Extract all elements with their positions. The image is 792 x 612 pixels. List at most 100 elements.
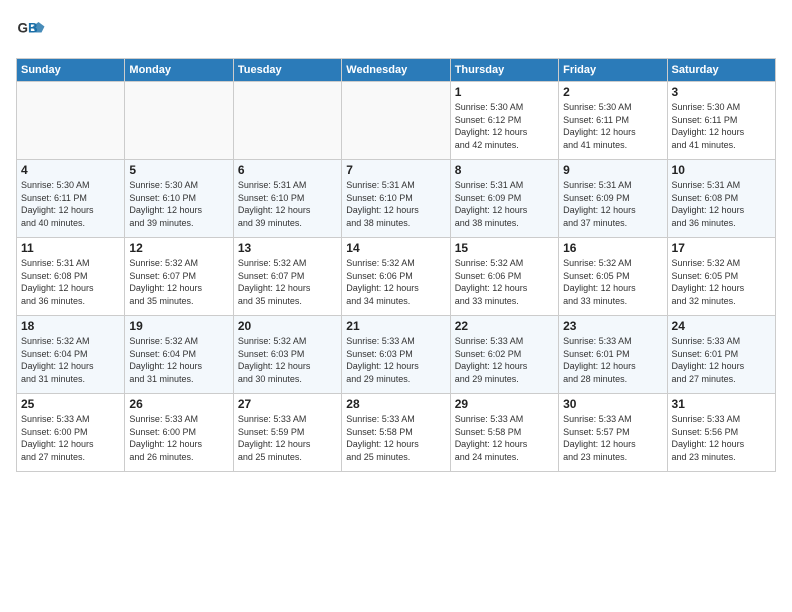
day-number: 29 <box>455 397 554 411</box>
day-number: 24 <box>672 319 771 333</box>
day-cell: 18Sunrise: 5:32 AM Sunset: 6:04 PM Dayli… <box>17 316 125 394</box>
day-info: Sunrise: 5:30 AM Sunset: 6:11 PM Dayligh… <box>21 179 120 229</box>
weekday-header-tuesday: Tuesday <box>233 59 341 82</box>
day-cell: 28 Sunrise: 5:33 AM Sunset: 5:58 PM Dayli… <box>342 394 450 472</box>
day-info: Sunrise: 5:31 AM Sunset: 6:10 PM Dayligh… <box>238 179 337 229</box>
day-cell <box>125 82 233 160</box>
day-number: 30 <box>563 397 662 411</box>
day-info: Sunrise: 5:31 AM Sunset: 6:08 PM Dayligh… <box>672 179 771 229</box>
day-cell: 1Sunrise: 5:30 AM Sunset: 6:12 PM Daylig… <box>450 82 558 160</box>
day-number: 8 <box>455 163 554 177</box>
day-number: 19 <box>129 319 228 333</box>
day-info: Sunrise: 5:32 AM Sunset: 6:05 PM Dayligh… <box>563 257 662 307</box>
day-info: Sunrise: 5:31 AM Sunset: 6:09 PM Dayligh… <box>455 179 554 229</box>
day-info: Sunrise: 5:32 AM Sunset: 6:06 PM Dayligh… <box>346 257 445 307</box>
weekday-header-saturday: Saturday <box>667 59 775 82</box>
day-cell: 25 Sunrise: 5:33 AM Sunset: 6:00 PM Dayli… <box>17 394 125 472</box>
day-info: Sunrise: 5:33 AM Sunset: 5:58 PM Dayligh… <box>346 413 445 463</box>
day-cell: 14 Sunrise: 5:32 AM Sunset: 6:06 PM Dayli… <box>342 238 450 316</box>
day-number: 17 <box>672 241 771 255</box>
day-cell: 30 Sunrise: 5:33 AM Sunset: 5:57 PM Dayli… <box>559 394 667 472</box>
weekday-header-monday: Monday <box>125 59 233 82</box>
calendar-container: G B SundayMondayTuesdayWednesdayThursday… <box>0 0 792 482</box>
day-info: Sunrise: 5:32 AM Sunset: 6:06 PM Dayligh… <box>455 257 554 307</box>
day-cell: 24 Sunrise: 5:33 AM Sunset: 6:01 PM Dayli… <box>667 316 775 394</box>
day-info: Sunrise: 5:32 AM Sunset: 6:04 PM Dayligh… <box>129 335 228 385</box>
day-number: 23 <box>563 319 662 333</box>
day-info: Sunrise: 5:32 AM Sunset: 6:03 PM Dayligh… <box>238 335 337 385</box>
day-info: Sunrise: 5:33 AM Sunset: 6:00 PM Dayligh… <box>21 413 120 463</box>
day-cell: 3 Sunrise: 5:30 AM Sunset: 6:11 PM Daylig… <box>667 82 775 160</box>
day-number: 11 <box>21 241 120 255</box>
day-cell: 2 Sunrise: 5:30 AM Sunset: 6:11 PM Daylig… <box>559 82 667 160</box>
day-number: 31 <box>672 397 771 411</box>
day-cell: 17Sunrise: 5:32 AM Sunset: 6:05 PM Dayli… <box>667 238 775 316</box>
day-cell: 27 Sunrise: 5:33 AM Sunset: 5:59 PM Dayli… <box>233 394 341 472</box>
day-info: Sunrise: 5:33 AM Sunset: 5:59 PM Dayligh… <box>238 413 337 463</box>
weekday-header-thursday: Thursday <box>450 59 558 82</box>
day-cell: 7Sunrise: 5:31 AM Sunset: 6:10 PM Daylig… <box>342 160 450 238</box>
day-cell: 22 Sunrise: 5:33 AM Sunset: 6:02 PM Dayli… <box>450 316 558 394</box>
day-info: Sunrise: 5:33 AM Sunset: 6:01 PM Dayligh… <box>672 335 771 385</box>
day-cell: 13 Sunrise: 5:32 AM Sunset: 6:07 PM Dayli… <box>233 238 341 316</box>
day-number: 21 <box>346 319 445 333</box>
day-cell: 8 Sunrise: 5:31 AM Sunset: 6:09 PM Daylig… <box>450 160 558 238</box>
day-cell: 20 Sunrise: 5:32 AM Sunset: 6:03 PM Dayli… <box>233 316 341 394</box>
day-number: 12 <box>129 241 228 255</box>
day-number: 18 <box>21 319 120 333</box>
week-row-5: 25 Sunrise: 5:33 AM Sunset: 6:00 PM Dayli… <box>17 394 776 472</box>
weekday-header-row: SundayMondayTuesdayWednesdayThursdayFrid… <box>17 59 776 82</box>
day-info: Sunrise: 5:31 AM Sunset: 6:10 PM Dayligh… <box>346 179 445 229</box>
day-cell: 12 Sunrise: 5:32 AM Sunset: 6:07 PM Dayli… <box>125 238 233 316</box>
week-row-1: 1Sunrise: 5:30 AM Sunset: 6:12 PM Daylig… <box>17 82 776 160</box>
day-number: 9 <box>563 163 662 177</box>
day-info: Sunrise: 5:30 AM Sunset: 6:11 PM Dayligh… <box>563 101 662 151</box>
weekday-header-friday: Friday <box>559 59 667 82</box>
day-info: Sunrise: 5:33 AM Sunset: 5:57 PM Dayligh… <box>563 413 662 463</box>
day-info: Sunrise: 5:30 AM Sunset: 6:10 PM Dayligh… <box>129 179 228 229</box>
weekday-header-wednesday: Wednesday <box>342 59 450 82</box>
day-cell: 21 Sunrise: 5:33 AM Sunset: 6:03 PM Dayli… <box>342 316 450 394</box>
day-number: 22 <box>455 319 554 333</box>
day-info: Sunrise: 5:33 AM Sunset: 5:58 PM Dayligh… <box>455 413 554 463</box>
day-info: Sunrise: 5:31 AM Sunset: 6:08 PM Dayligh… <box>21 257 120 307</box>
day-number: 27 <box>238 397 337 411</box>
day-number: 2 <box>563 85 662 99</box>
day-info: Sunrise: 5:30 AM Sunset: 6:11 PM Dayligh… <box>672 101 771 151</box>
day-cell: 19 Sunrise: 5:32 AM Sunset: 6:04 PM Dayli… <box>125 316 233 394</box>
day-number: 6 <box>238 163 337 177</box>
day-number: 14 <box>346 241 445 255</box>
day-cell: 26 Sunrise: 5:33 AM Sunset: 6:00 PM Dayli… <box>125 394 233 472</box>
day-cell: 5Sunrise: 5:30 AM Sunset: 6:10 PM Daylig… <box>125 160 233 238</box>
day-number: 20 <box>238 319 337 333</box>
day-number: 16 <box>563 241 662 255</box>
week-row-4: 18 Sunrise: 5:32 AM Sunset: 6:04 PM Dayli… <box>17 316 776 394</box>
day-info: Sunrise: 5:33 AM Sunset: 5:56 PM Dayligh… <box>672 413 771 463</box>
day-info: Sunrise: 5:33 AM Sunset: 6:02 PM Dayligh… <box>455 335 554 385</box>
day-cell: 4Sunrise: 5:30 AM Sunset: 6:11 PM Daylig… <box>17 160 125 238</box>
day-cell: 29 Sunrise: 5:33 AM Sunset: 5:58 PM Dayli… <box>450 394 558 472</box>
svg-text:G: G <box>18 21 29 36</box>
day-number: 25 <box>21 397 120 411</box>
day-number: 28 <box>346 397 445 411</box>
day-info: Sunrise: 5:32 AM Sunset: 6:07 PM Dayligh… <box>238 257 337 307</box>
day-info: Sunrise: 5:32 AM Sunset: 6:07 PM Dayligh… <box>129 257 228 307</box>
day-cell: 23Sunrise: 5:33 AM Sunset: 6:01 PM Dayli… <box>559 316 667 394</box>
day-cell <box>17 82 125 160</box>
weekday-header-sunday: Sunday <box>17 59 125 82</box>
logo: G B <box>16 16 50 46</box>
day-cell <box>342 82 450 160</box>
day-info: Sunrise: 5:33 AM Sunset: 6:03 PM Dayligh… <box>346 335 445 385</box>
day-number: 26 <box>129 397 228 411</box>
logo-icon: G B <box>16 16 46 46</box>
day-cell: 31 Sunrise: 5:33 AM Sunset: 5:56 PM Dayli… <box>667 394 775 472</box>
day-number: 1 <box>455 85 554 99</box>
day-number: 3 <box>672 85 771 99</box>
week-row-3: 11 Sunrise: 5:31 AM Sunset: 6:08 PM Dayli… <box>17 238 776 316</box>
day-number: 13 <box>238 241 337 255</box>
day-info: Sunrise: 5:33 AM Sunset: 6:00 PM Dayligh… <box>129 413 228 463</box>
day-cell: 10Sunrise: 5:31 AM Sunset: 6:08 PM Dayli… <box>667 160 775 238</box>
day-cell <box>233 82 341 160</box>
day-cell: 6 Sunrise: 5:31 AM Sunset: 6:10 PM Daylig… <box>233 160 341 238</box>
day-info: Sunrise: 5:31 AM Sunset: 6:09 PM Dayligh… <box>563 179 662 229</box>
